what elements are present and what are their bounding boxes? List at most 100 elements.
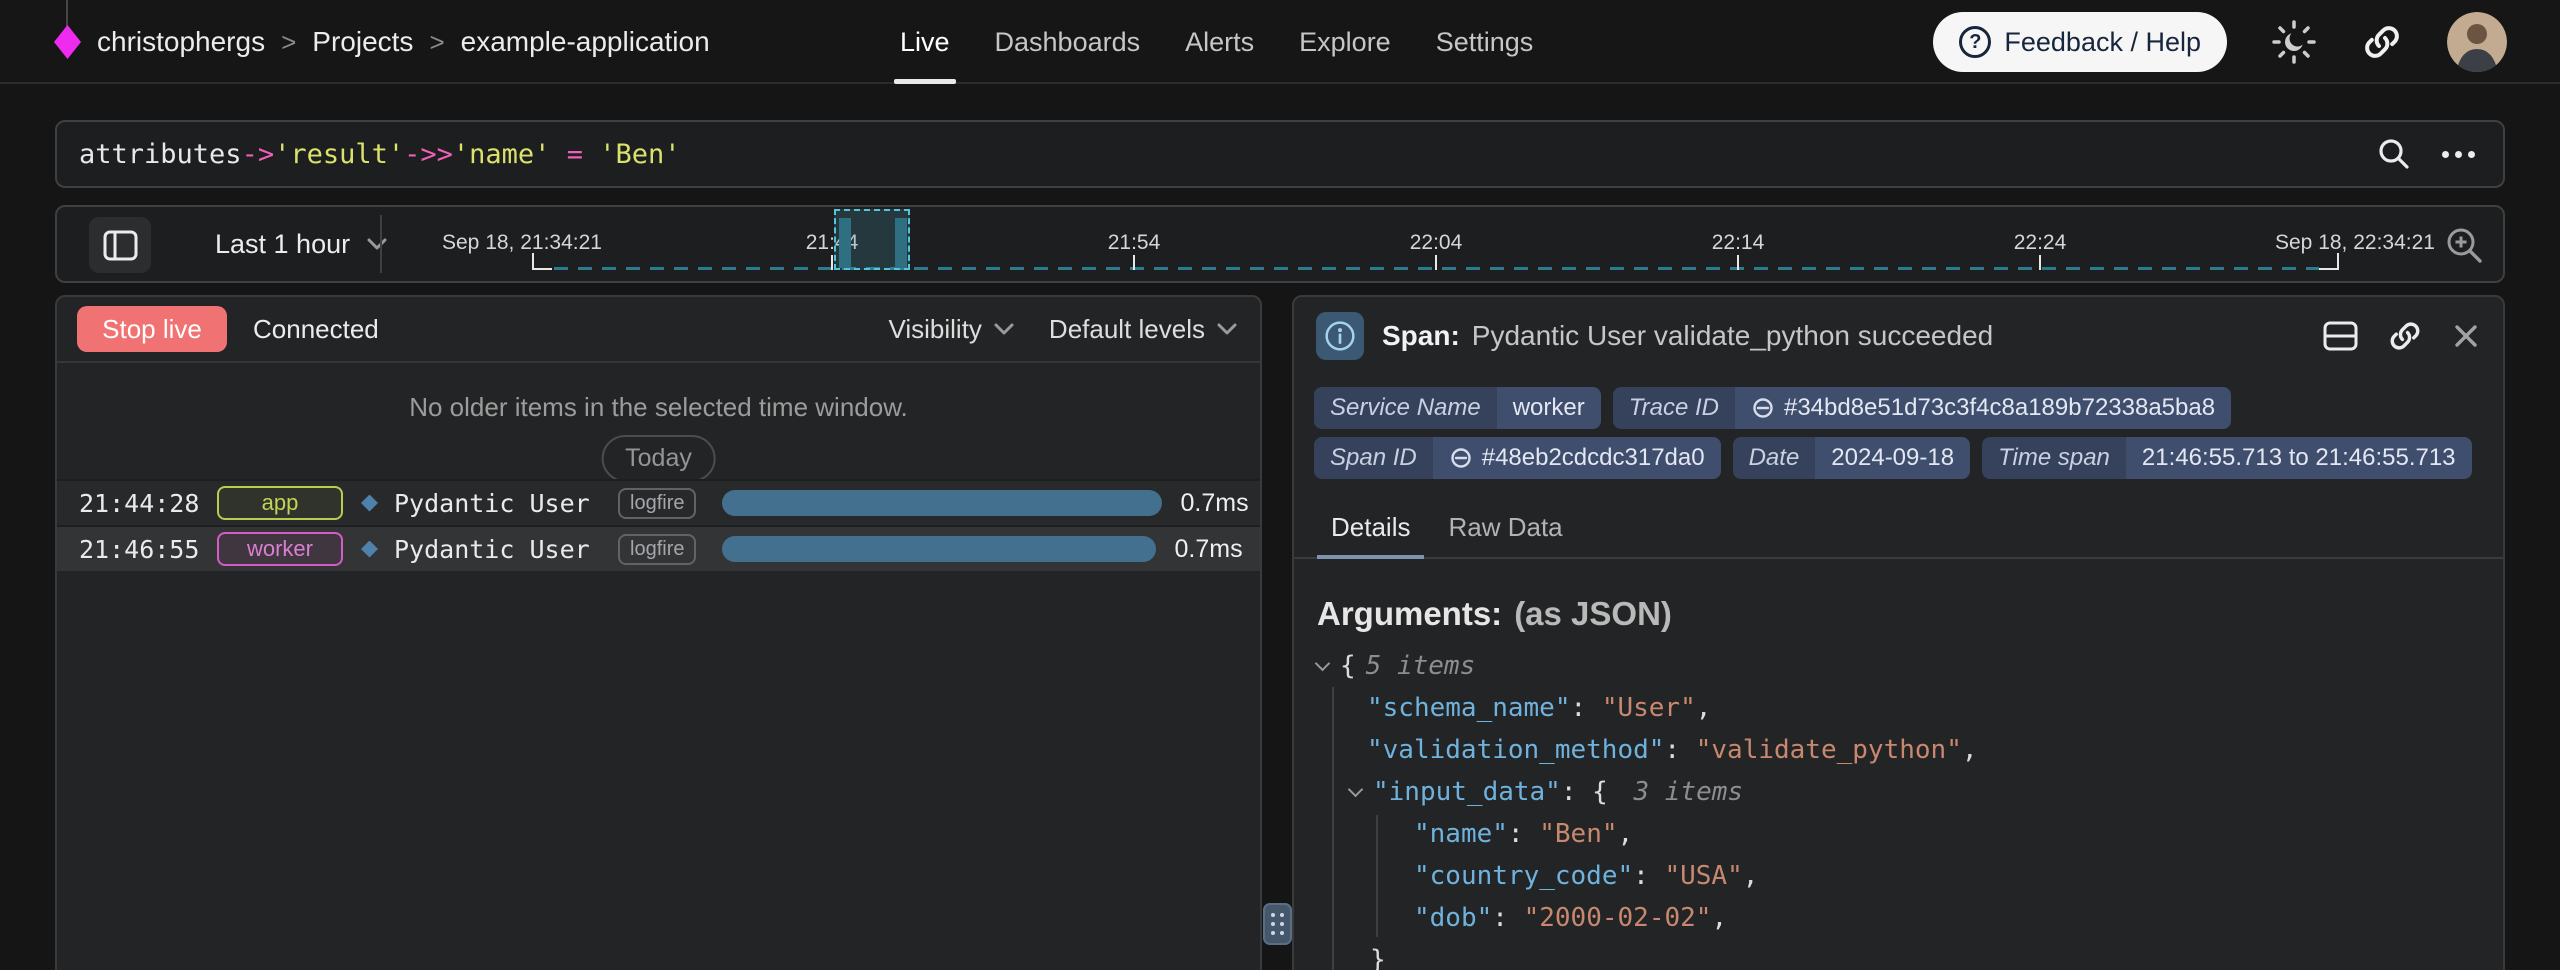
theme-toggle-button[interactable] [2271,19,2317,65]
feedback-help-label: Feedback / Help [2004,27,2201,58]
tick-mark [1133,255,1135,270]
badge-value: worker [1497,387,1601,429]
json-comma: , [1743,861,1759,891]
json-item-count: 3 items [1633,777,1743,807]
tick-label: 21:54 [1094,231,1174,255]
histogram-bar [839,218,851,268]
timeline-end-label: Sep 18, 22:34:21 [2275,231,2435,255]
link-icon [2387,318,2423,354]
badge-value: #48eb2cdcdc317da0 [1482,444,1705,472]
span-kind-label: Span: [1382,320,1460,352]
tab-raw-data[interactable]: Raw Data [1434,497,1576,557]
panel-resize-handle[interactable] [1263,903,1292,945]
json-value: "validate_python" [1696,735,1962,765]
navbar-actions: ? Feedback / Help [1933,0,2507,84]
time-range-label: Last 1 hour [215,229,350,260]
sidebar-toggle-button[interactable] [89,217,151,273]
zoom-in-icon [2442,223,2488,269]
copy-span-link-button[interactable] [2387,318,2423,354]
axis-start-mark [532,253,552,270]
feedback-help-button[interactable]: ? Feedback / Help [1933,12,2227,72]
query-operator: ->> [404,139,453,170]
json-field: "schema_name": "User", [1317,687,1978,729]
visibility-dropdown[interactable]: Visibility [888,314,1014,345]
badge-value: 21:46:55.713 to 21:46:55.713 [2126,437,2472,479]
duration-bar [722,490,1162,516]
run-search-button[interactable] [2376,136,2412,172]
divider [380,215,382,273]
badge-label: Time span [1982,437,2126,479]
breadcrumb-org[interactable]: christophergs [97,26,265,58]
zoom-in-button[interactable] [2442,223,2488,269]
json-field: "name": "Ben", [1317,813,1978,855]
arguments-heading-suffix: (as JSON) [1514,595,1672,632]
tab-explore[interactable]: Explore [1299,0,1391,84]
split-panel-icon [2322,318,2359,354]
indent-guide [1332,687,1334,970]
trace-list: 21:44:28 app Pydantic User logfire 0.7ms… [57,479,1260,571]
json-value: "Ben" [1539,819,1617,849]
tick-mark [2039,255,2041,270]
breadcrumb-project-name[interactable]: example-application [461,26,710,58]
arguments-heading: Arguments:(as JSON) [1317,595,1672,633]
tab-details[interactable]: Details [1317,497,1424,557]
detail-tabs: Details Raw Data [1294,497,2503,559]
split-view-button[interactable] [2322,318,2359,354]
tab-settings[interactable]: Settings [1436,0,1534,84]
time-selection-region[interactable] [834,209,910,270]
user-avatar[interactable] [2447,12,2507,72]
query-string: 'result' [274,139,404,170]
breadcrumb: christophergs > Projects > example-appli… [54,0,710,84]
span-detail-title: Pydantic User validate_python succeeded [1472,320,1993,352]
main-nav-tabs: Live Dashboards Alerts Explore Settings [900,0,1533,84]
trace-row[interactable]: 21:44:28 app Pydantic User logfire 0.7ms [57,479,1260,525]
row-timestamp: 21:44:28 [79,489,203,518]
link-circle-icon [1751,396,1775,420]
tab-live[interactable]: Live [900,0,950,84]
badge-label: Span ID [1314,437,1433,479]
json-separator: : [1492,903,1523,933]
duration-bar [722,536,1156,562]
sun-moon-icon [2271,19,2317,65]
trace-id-badge[interactable]: Trace ID #34bd8e51d73c3f4c8a189b72338a5b… [1613,387,2231,429]
more-options-button[interactable] [2442,151,2475,158]
query-input[interactable]: attributes->'result'->>'name' = 'Ben' [79,139,681,170]
breadcrumb-projects[interactable]: Projects [312,26,413,58]
time-range-selector[interactable]: Last 1 hour [215,207,388,281]
json-nested-line[interactable]: "input_data": { 3 items [1317,771,1978,813]
tab-dashboards[interactable]: Dashboards [995,0,1141,84]
tab-alerts[interactable]: Alerts [1185,0,1254,84]
avatar-photo [2447,12,2507,72]
today-chip[interactable]: Today [601,435,716,482]
query-bar[interactable]: attributes->'result'->>'name' = 'Ben' [55,120,2505,188]
badge-value: 2024-09-18 [1815,437,1970,479]
copy-link-button[interactable] [2361,21,2403,63]
breadcrumb-separator: > [429,27,444,58]
badge-value: #34bd8e51d73c3f4c8a189b72338a5ba8 [1784,394,2215,422]
json-root-line[interactable]: {5 items [1317,645,1978,687]
timeline-start-label: Sep 18, 21:34:21 [442,231,602,255]
trace-row-selected[interactable]: 21:46:55 worker Pydantic User logfire 0.… [57,525,1260,571]
link-icon [2361,21,2403,63]
time-span-badge: Time span 21:46:55.713 to 21:46:55.713 [1982,437,2471,479]
row-timestamp: 21:46:55 [79,535,203,564]
json-comma: , [1962,735,1978,765]
close-panel-button[interactable] [2451,321,2481,351]
default-levels-dropdown[interactable]: Default levels [1049,314,1238,345]
collapse-chevron-icon[interactable] [1348,781,1364,797]
default-levels-label: Default levels [1049,314,1205,345]
collapse-chevron-icon[interactable] [1315,655,1331,671]
json-brace: : { [1561,777,1624,807]
detail-header: Span: Pydantic User validate_python succ… [1294,297,2503,375]
tick-label: 22:14 [1698,231,1778,255]
stop-live-button[interactable]: Stop live [77,306,227,352]
service-badge: worker [217,532,343,566]
live-panel-header: Stop live Connected Visibility Default l… [57,297,1260,363]
logfire-logo-icon[interactable] [54,25,81,59]
query-operator: -> [242,139,275,170]
chevron-down-icon [993,322,1015,336]
question-circle-icon: ? [1959,26,1991,58]
json-comma: , [1696,693,1712,723]
chevron-down-icon [366,237,388,251]
span-id-badge[interactable]: Span ID #48eb2cdcdc317da0 [1314,437,1721,479]
